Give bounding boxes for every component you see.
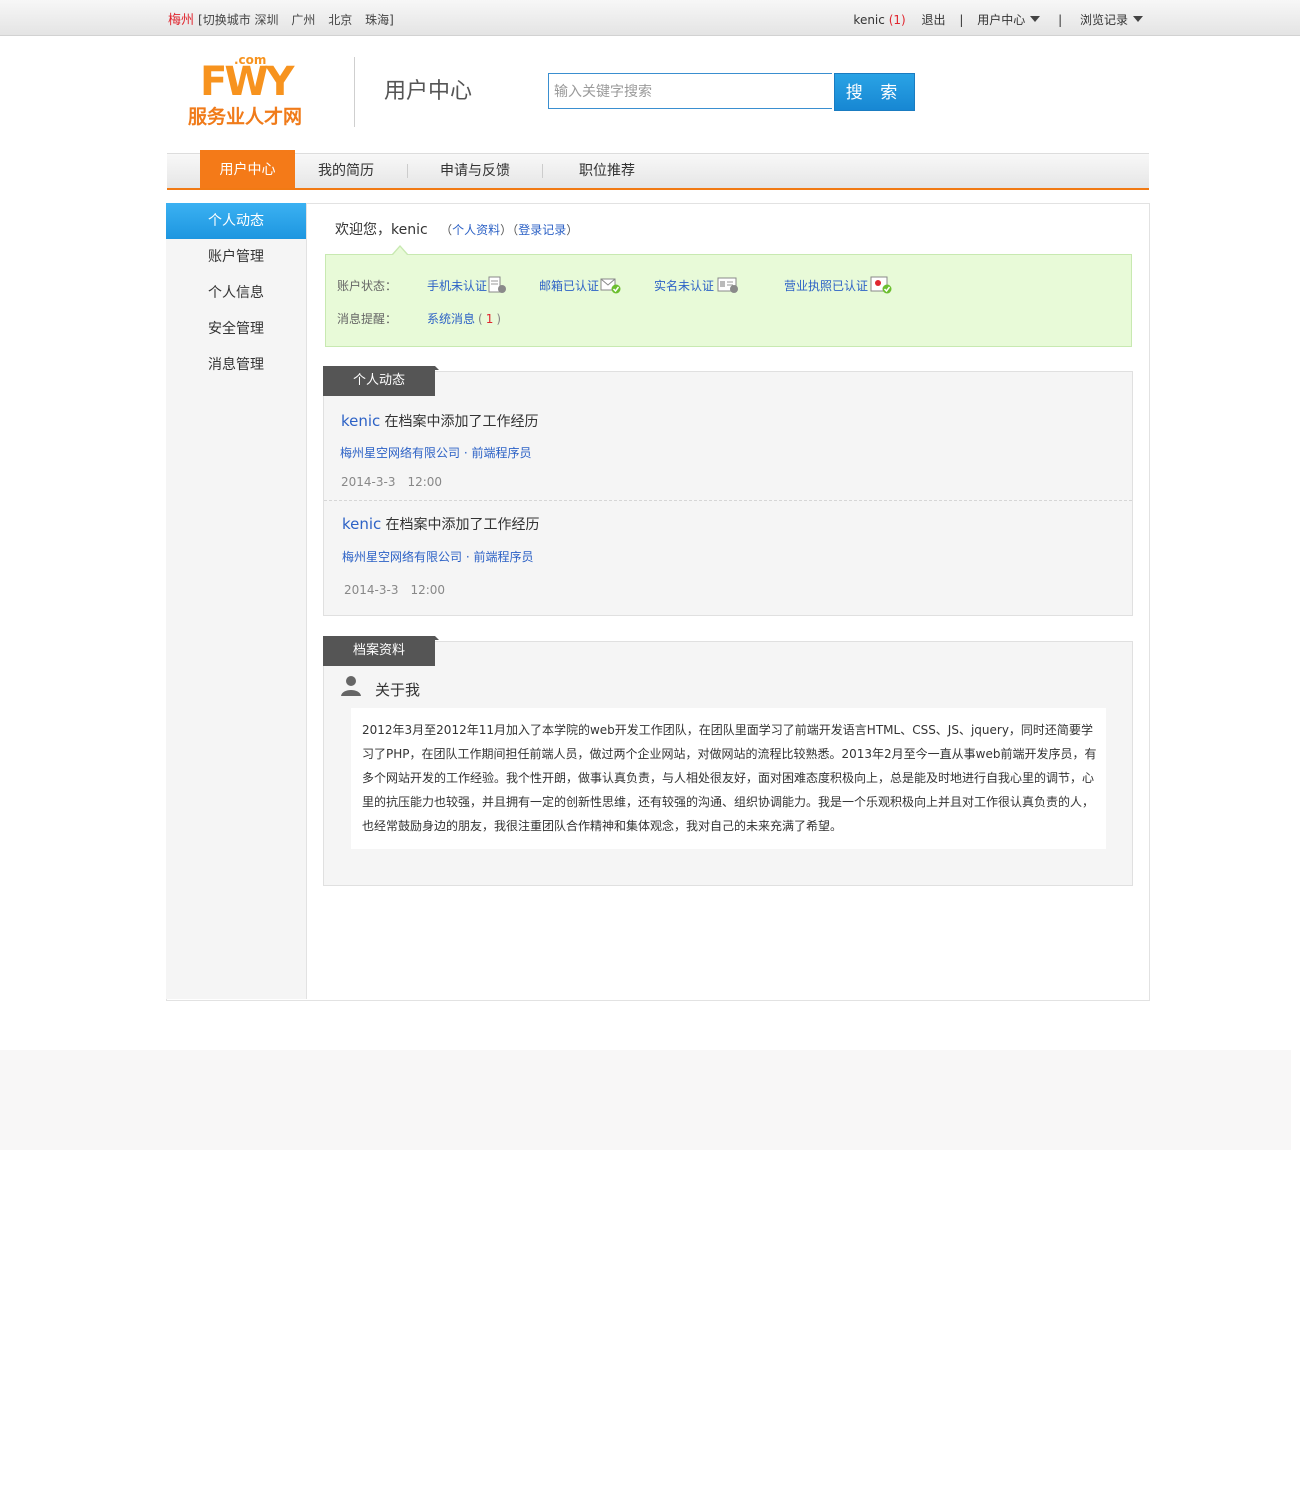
tab-job-recommend[interactable]: 职位推荐 bbox=[562, 154, 652, 188]
feed-time: 2014-3-3 12:00 bbox=[341, 475, 443, 489]
switch-city-label: [切换城市 bbox=[198, 13, 251, 27]
header-divider bbox=[354, 57, 355, 127]
tab-my-resume[interactable]: 我的简历 bbox=[305, 154, 387, 188]
feed-detail-link[interactable]: 梅州星空网络有限公司 · 前端程序员 bbox=[342, 548, 533, 565]
phone-verify-link[interactable]: 手机未认证 bbox=[427, 277, 487, 294]
sidebar-item-account[interactable]: 账户管理 bbox=[166, 239, 306, 275]
person-icon bbox=[341, 676, 361, 696]
paren: ) bbox=[901, 13, 906, 27]
paren: （ bbox=[440, 223, 453, 237]
profile-tab: 档案资料 bbox=[323, 636, 439, 666]
activity-tab: 个人动态 bbox=[323, 366, 439, 396]
chevron-down-icon bbox=[1030, 16, 1041, 22]
sidebar-item-security[interactable]: 安全管理 bbox=[166, 311, 306, 347]
account-status-label: 账户状态： bbox=[337, 279, 398, 293]
nav-divider bbox=[407, 164, 408, 178]
paren: ) bbox=[496, 312, 502, 326]
email-verify-link[interactable]: 邮箱已认证 bbox=[539, 277, 599, 294]
city-link[interactable]: 深圳 bbox=[255, 13, 279, 27]
feed-user-link[interactable]: kenic bbox=[342, 515, 381, 533]
divider: | bbox=[959, 13, 964, 27]
sidebar-item-messages[interactable]: 消息管理 bbox=[166, 347, 306, 383]
site-logo[interactable]: .com FWY 服务业人才网 bbox=[188, 50, 328, 130]
sidebar: 个人动态 账户管理 个人信息 安全管理 消息管理 bbox=[166, 203, 307, 999]
feed-action: 在档案中添加了工作经历 bbox=[384, 414, 539, 430]
main-nav: 用户中心 我的简历 申请与反馈 职位推荐 bbox=[167, 150, 1149, 190]
sidebar-item-activity[interactable]: 个人动态 bbox=[166, 203, 306, 239]
message-count[interactable]: 1 bbox=[893, 13, 901, 27]
welcome-greeting: 欢迎您，kenic bbox=[335, 222, 428, 238]
username-link[interactable]: kenic bbox=[853, 13, 884, 27]
user-center-dropdown[interactable]: 用户中心 bbox=[977, 13, 1041, 27]
phone-cert-icon bbox=[488, 276, 506, 293]
city-link[interactable]: 北京 bbox=[328, 13, 352, 27]
feed-detail-link[interactable]: 梅州星空网络有限公司 · 前端程序员 bbox=[340, 444, 531, 461]
license-verify-link[interactable]: 营业执照已认证 bbox=[784, 277, 868, 294]
realname-verify-link[interactable]: 实名未认证 bbox=[654, 277, 714, 294]
system-message-label: 系统消息 bbox=[427, 312, 476, 326]
city-link[interactable]: 广州 bbox=[291, 13, 315, 27]
email-cert-icon bbox=[600, 278, 621, 294]
tab-user-center[interactable]: 用户中心 bbox=[200, 150, 295, 188]
message-reminder-label: 消息提醒： bbox=[337, 312, 398, 326]
logo-letters: FWY bbox=[200, 59, 295, 105]
system-message-link[interactable]: 系统消息(1) bbox=[427, 310, 501, 327]
feed-user-link[interactable]: kenic bbox=[341, 412, 380, 430]
city-switcher: 梅州 [切换城市 深圳 广州 北京 珠海] bbox=[168, 9, 403, 28]
top-bar: 梅州 [切换城市 深圳 广州 北京 珠海] kenic (1) 退出 | 用户中心… bbox=[0, 0, 1300, 36]
feed-time: 2014-3-3 12:00 bbox=[344, 583, 446, 597]
activity-panel bbox=[323, 371, 1133, 616]
divider: | bbox=[1058, 13, 1063, 27]
paren: ）（ bbox=[500, 223, 519, 237]
tab-applications[interactable]: 申请与反馈 bbox=[425, 154, 525, 188]
about-text: 2012年3月至2012年11月加入了本学院的web开发工作团队，在团队里面学习… bbox=[362, 723, 1097, 833]
login-record-link[interactable]: 登录记录 bbox=[518, 223, 566, 237]
user-menu: kenic (1) 退出 | 用户中心 | 浏览记录 bbox=[853, 11, 1143, 28]
chevron-down-icon bbox=[1133, 16, 1143, 22]
about-title: 关于我 bbox=[375, 681, 421, 699]
search-input[interactable]: 输入关键字搜索 bbox=[548, 73, 832, 109]
pointer-notch-inner bbox=[393, 247, 407, 255]
sidebar-item-personal-info[interactable]: 个人信息 bbox=[166, 275, 306, 311]
profile-link[interactable]: 个人资料 bbox=[452, 223, 500, 237]
feed-item: kenic 在档案中添加了工作经历 bbox=[341, 411, 538, 431]
search-button[interactable]: 搜 索 bbox=[834, 73, 915, 111]
logout-link[interactable]: 退出 bbox=[922, 13, 946, 27]
account-status-panel bbox=[325, 254, 1132, 347]
license-cert-icon bbox=[870, 276, 892, 294]
page-title: 用户中心 bbox=[384, 79, 473, 104]
user-center-label: 用户中心 bbox=[977, 13, 1026, 27]
history-label: 浏览记录 bbox=[1079, 13, 1128, 27]
paren: ） bbox=[566, 223, 579, 237]
nav-divider bbox=[542, 164, 543, 178]
current-city[interactable]: 梅州 bbox=[168, 13, 194, 28]
footer bbox=[0, 1050, 1291, 1150]
feed-divider bbox=[324, 500, 1132, 501]
paren: ( bbox=[478, 312, 483, 326]
history-dropdown[interactable]: 浏览记录 bbox=[1080, 13, 1143, 27]
welcome-line: 欢迎您，kenic （个人资料）（登录记录） bbox=[335, 219, 578, 239]
logo-text: 服务业人才网 bbox=[188, 105, 302, 128]
id-card-icon bbox=[717, 277, 738, 293]
feed-item: kenic 在档案中添加了工作经历 bbox=[342, 514, 539, 534]
city-link[interactable]: 珠海] bbox=[365, 13, 394, 27]
system-message-count: 1 bbox=[485, 312, 494, 326]
feed-action: 在档案中添加了工作经历 bbox=[385, 517, 540, 533]
